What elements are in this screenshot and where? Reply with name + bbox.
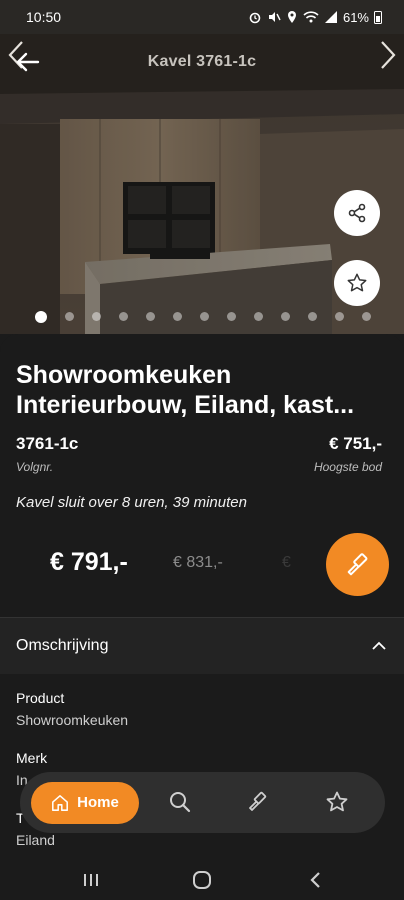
- alarm-icon: [249, 12, 261, 24]
- star-icon[interactable]: [325, 790, 349, 814]
- battery-percent: 61%: [342, 9, 369, 25]
- share-button[interactable]: [334, 190, 380, 236]
- spec-label: Product: [16, 690, 65, 706]
- description-section-header[interactable]: Omschrijving: [0, 618, 404, 674]
- gavel-icon[interactable]: [246, 790, 270, 814]
- lot-number-block: 3761-1c Volgnr.: [16, 434, 78, 474]
- gallery-dot[interactable]: [173, 312, 182, 321]
- next-lot-chevron-icon[interactable]: [378, 40, 398, 70]
- star-icon: [347, 273, 367, 292]
- home-system-icon[interactable]: [191, 869, 213, 891]
- highest-bid-block: € 751,- Hoogste bod: [314, 434, 382, 474]
- home-icon: [52, 794, 69, 811]
- gallery-dot[interactable]: [227, 312, 236, 321]
- page-title: Kavel 3761-1c: [147, 53, 257, 70]
- spec-row: Product Showroomkeuken: [16, 690, 128, 728]
- gallery-pagination[interactable]: [0, 310, 404, 323]
- closing-time: Kavel sluit over 8 uren, 39 minuten: [16, 494, 247, 511]
- section-title: Omschrijving: [16, 637, 109, 654]
- back-arrow-icon[interactable]: [14, 48, 42, 76]
- back-system-icon[interactable]: [305, 869, 327, 891]
- bid-option-selected[interactable]: € 791,-: [50, 548, 128, 577]
- battery-icon: [374, 11, 382, 24]
- wifi-icon: [303, 11, 319, 23]
- gallery-dot[interactable]: [200, 312, 209, 321]
- favorite-button[interactable]: [334, 260, 380, 306]
- highest-bid-label: Hoogste bod: [313, 460, 382, 474]
- status-bar: 10:50 61%: [0, 0, 404, 34]
- status-time: 10:50: [26, 9, 62, 25]
- gallery-dot[interactable]: [146, 312, 155, 321]
- gallery-dot[interactable]: [281, 312, 290, 321]
- gallery-dot[interactable]: [92, 312, 101, 321]
- status-icons: 61%: [248, 10, 382, 25]
- lot-number: 3761-1c: [16, 434, 79, 453]
- lot-title-line2: Interieurbouw, Eiland, kast...: [16, 391, 355, 419]
- gallery-dot[interactable]: [65, 312, 74, 321]
- gavel-icon: [347, 552, 367, 575]
- chevron-up-icon: [372, 641, 386, 650]
- bottom-nav: Home: [20, 772, 385, 833]
- gallery-dot[interactable]: [335, 312, 344, 321]
- spec-label: Merk: [16, 750, 48, 766]
- spec-value: Eiland: [16, 832, 55, 848]
- lot-number-label: Volgnr.: [16, 460, 54, 474]
- place-bid-button[interactable]: [326, 533, 389, 596]
- top-nav: Kavel 3761-1c: [0, 34, 404, 90]
- gallery-dot[interactable]: [35, 310, 47, 323]
- gallery-dot[interactable]: [308, 312, 317, 321]
- mute-icon: [268, 12, 281, 22]
- bid-option-next[interactable]: € 831,-: [173, 554, 223, 572]
- nav-home-label: Home: [77, 794, 119, 811]
- lot-title-line1: Showroomkeuken: [16, 361, 232, 389]
- bid-picker[interactable]: € 791,- € 831,- €: [0, 533, 404, 596]
- gallery-dot[interactable]: [254, 312, 263, 321]
- search-icon[interactable]: [168, 790, 192, 814]
- bid-option-faded[interactable]: €: [282, 554, 291, 572]
- highest-bid: € 751,-: [329, 434, 382, 453]
- nav-home-button[interactable]: Home: [31, 781, 139, 824]
- gallery-dot[interactable]: [119, 312, 128, 321]
- spec-value: Showroomkeuken: [16, 712, 129, 728]
- location-icon: [287, 11, 296, 23]
- system-nav-bar: [0, 860, 404, 900]
- recent-apps-icon[interactable]: [80, 869, 102, 891]
- share-icon: [348, 203, 366, 223]
- gallery-dot[interactable]: [362, 312, 371, 321]
- lot-title: Showroomkeuken Interieurbouw, Eiland, ka…: [16, 360, 396, 420]
- signal-icon: [324, 11, 337, 23]
